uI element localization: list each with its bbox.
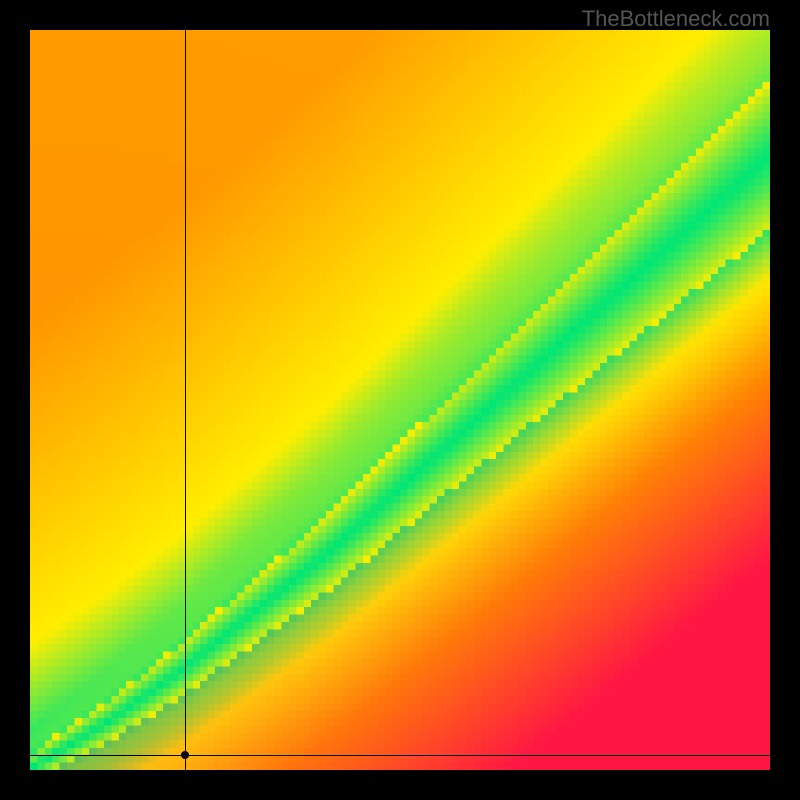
crosshair-horizontal: [30, 755, 770, 756]
crosshair-vertical: [185, 30, 186, 770]
crosshair-point: [181, 751, 189, 759]
heatmap-canvas: [30, 30, 770, 770]
chart-frame: TheBottleneck.com: [0, 0, 800, 800]
watermark-text: TheBottleneck.com: [582, 6, 770, 32]
plot-area: [30, 30, 770, 770]
